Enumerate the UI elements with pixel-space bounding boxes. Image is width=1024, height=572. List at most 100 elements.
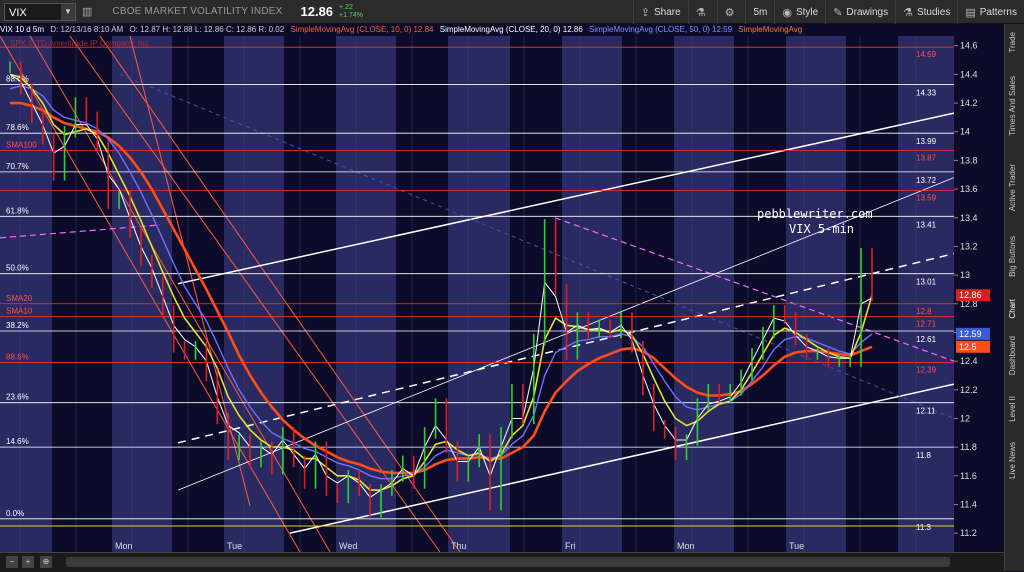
fib-pct-label: 50.0% (6, 264, 29, 273)
red-level-value: 12.39 (916, 366, 937, 375)
y-tick-label: 13 (960, 270, 970, 280)
flask-button[interactable]: ⚗ (687, 0, 717, 24)
sidebar-tab-times-and-sales[interactable]: Times And Sales (1008, 76, 1017, 136)
sidebar-tab-level-ii[interactable]: Level II (1008, 396, 1017, 422)
x-tick-label: Mon (677, 541, 695, 551)
drawings-label: Drawings (846, 6, 889, 18)
bar-date: D: 12/13/16 8:10 AM (50, 25, 124, 34)
right-sidebar: Trade Times And Sales Active Trader Big … (1004, 24, 1024, 571)
fib-value-label: 11.3 (916, 523, 932, 532)
y-tick-label: 12.2 (960, 385, 978, 395)
change-percent: +1.74% (339, 11, 363, 19)
sma50-legend: SimpleMovingAvg (CLOSE, 50, 0) 12.59 (589, 25, 733, 34)
symbol-input[interactable]: VIX ▼ (4, 2, 76, 21)
red-level-value: 14.59 (916, 50, 937, 59)
y-tick-label: 11.2 (960, 528, 977, 538)
price-chart[interactable]: 88.6% 14.33 78.6% 13.99 70.7% 13.72 61.8% 13.41… (0, 36, 954, 552)
patterns-icon: ▤ (965, 6, 976, 19)
toolbar-buttons: ⇪ Share ⚗ ⚙ 5m ◉ Style ✎ Drawings ⚗ Studies … (632, 0, 1024, 24)
studies-button[interactable]: ⚗ Studies (895, 0, 957, 24)
fib-value-label: 12.61 (916, 335, 937, 344)
sma20-legend: SimpleMovingAvg (CLOSE, 20, 0) 12.86 (439, 25, 583, 34)
y-tick-label: 11.8 (960, 442, 977, 452)
y-tick-label: 12.4 (960, 356, 978, 366)
sidebar-tab-live-news[interactable]: Live News (1008, 442, 1017, 479)
red-level-label: SMA10 (6, 307, 33, 316)
zoom-in-button[interactable]: + (22, 556, 34, 568)
fib-value-label: 13.01 (916, 278, 937, 287)
session-band (786, 36, 846, 552)
chart-title: VIX 10 d 5m (0, 25, 45, 34)
style-label: Style (795, 6, 819, 18)
share-icon: ⇪ (640, 6, 651, 19)
sidebar-tab-chart[interactable]: Chart (1008, 299, 1017, 319)
session-band (224, 36, 284, 552)
change-value: +.22 (339, 3, 353, 11)
bar-ohlc: O: 12.87 H: 12.88 L: 12.86 C: 12.86 R: 0… (129, 25, 285, 34)
share-label: Share (654, 6, 681, 18)
eye-icon: ◉ (782, 6, 792, 19)
x-tick-label: Wed (339, 541, 357, 551)
fib-value-label: 13.72 (916, 176, 937, 185)
session-band (898, 36, 954, 552)
fib-value-label: 13.41 (916, 220, 937, 229)
time-scrollbar[interactable] (66, 557, 950, 567)
pencil-icon: ✎ (833, 6, 843, 19)
fib-pct-label: 70.7% (6, 162, 29, 171)
share-button[interactable]: ⇪ Share (632, 0, 688, 24)
sidebar-tab-dashboard[interactable]: Dashboard (1008, 336, 1017, 375)
fib-pct-label: 61.8% (6, 206, 29, 215)
x-tick-label: Tue (227, 541, 242, 551)
y-tick-label: 11.6 (960, 471, 977, 481)
annotation-label: VIX 5-min (789, 222, 854, 236)
red-level-value: 12.8 (916, 307, 932, 316)
red-level-label: SMA100 (6, 140, 37, 149)
zoom-out-button[interactable]: − (6, 556, 18, 568)
flask-icon: ⚗ (695, 6, 706, 19)
price-tag-label: 12.86 (959, 290, 982, 300)
red-level-label: SMA20 (6, 294, 33, 303)
x-tick-label: Fri (565, 541, 576, 551)
fib-value-label: 12.11 (916, 407, 936, 416)
chevron-down-icon[interactable]: ▼ (61, 3, 75, 20)
red-level-value: 12.71 (916, 320, 937, 329)
link-icon[interactable]: ▥ (82, 5, 92, 18)
sidebar-tab-active-trader[interactable]: Active Trader (1008, 164, 1017, 211)
red-level-value: 13.59 (916, 194, 937, 203)
timeframe-label: 5m (753, 6, 768, 18)
drawings-button[interactable]: ✎ Drawings (825, 0, 895, 24)
red-level-label: 88.6% (6, 353, 29, 362)
style-button[interactable]: ◉ Style (774, 0, 825, 24)
y-tick-label: 13.6 (960, 184, 978, 194)
patterns-label: Patterns (979, 6, 1017, 18)
fib-pct-label: 38.2% (6, 321, 29, 330)
y-tick-label: 12 (960, 413, 970, 423)
y-tick-label: 14.4 (960, 69, 978, 79)
timeframe-button[interactable]: 5m (745, 0, 774, 24)
y-tick-label: 13.2 (960, 241, 978, 251)
flask-icon: ⚗ (903, 6, 913, 19)
y-tick-label: 11.4 (960, 499, 977, 509)
fib-pct-label: 0.0% (6, 509, 24, 518)
fib-value-label: 13.99 (916, 137, 937, 146)
annotation-site: pebblewriter.com (757, 207, 873, 221)
x-tick-label: Mon (115, 541, 133, 551)
company-name: CBOE MARKET VOLATILITY INDEX (112, 6, 283, 17)
price-tag-label: 12.5 (959, 342, 977, 352)
last-price: 12.86 (300, 4, 334, 19)
price-axis[interactable]: 11.211.411.611.81212.212.412.612.81313.2… (954, 24, 1004, 552)
zoom-fit-icon[interactable]: ⊕ (40, 556, 52, 568)
gear-icon: ⚙ (724, 6, 735, 19)
sidebar-tab-big-buttons[interactable]: Big Buttons (1008, 236, 1017, 277)
fib-pct-label: 78.6% (6, 123, 29, 132)
fib-pct-label: 14.6% (6, 437, 29, 446)
settings-button[interactable]: ⚙ (716, 0, 746, 24)
symbol-value: VIX (9, 6, 27, 19)
session-band (562, 36, 622, 552)
y-tick-label: 13.8 (960, 155, 978, 165)
y-tick-label: 14 (960, 127, 970, 137)
sma10-legend: SimpleMovingAvg (CLOSE, 10, 0) 12.84 (290, 25, 434, 34)
sidebar-tab-trade[interactable]: Trade (1008, 32, 1017, 53)
patterns-button[interactable]: ▤ Patterns (957, 0, 1024, 24)
session-band (674, 36, 734, 552)
